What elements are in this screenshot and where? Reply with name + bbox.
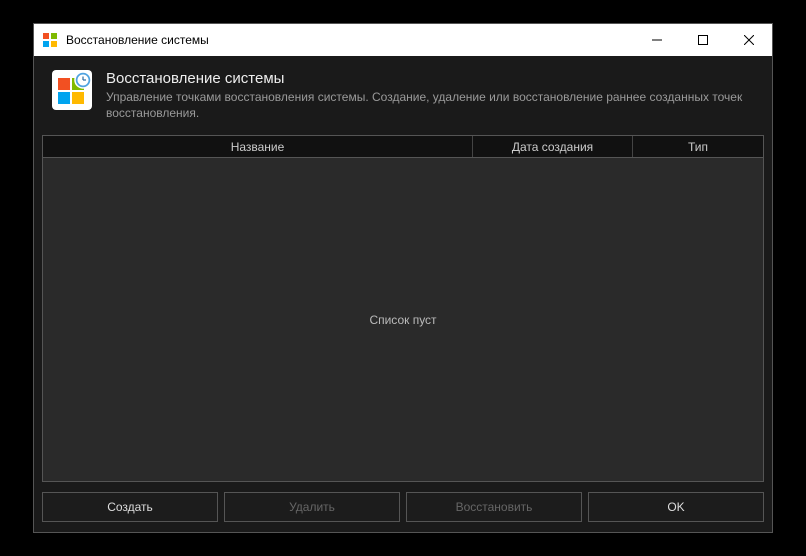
header: Восстановление системы Управление точкам…: [34, 56, 772, 135]
minimize-button[interactable]: [634, 24, 680, 56]
system-restore-icon: [52, 70, 92, 110]
column-type[interactable]: Тип: [633, 136, 763, 157]
page-description: Управление точками восстановления систем…: [106, 89, 754, 121]
table-header: Название Дата создания Тип: [43, 136, 763, 158]
window-title: Восстановление системы: [66, 33, 634, 47]
main-window: Восстановление системы: [33, 23, 773, 533]
empty-list-message: Список пуст: [369, 313, 436, 327]
close-button[interactable]: [726, 24, 772, 56]
window-controls: [634, 24, 772, 56]
delete-button[interactable]: Удалить: [224, 492, 400, 522]
create-button[interactable]: Создать: [42, 492, 218, 522]
column-name[interactable]: Название: [43, 136, 473, 157]
maximize-button[interactable]: [680, 24, 726, 56]
app-icon: [42, 32, 58, 48]
titlebar: Восстановление системы: [34, 24, 772, 56]
button-bar: Создать Удалить Восстановить OK: [34, 482, 772, 532]
restore-points-table: Название Дата создания Тип Список пуст: [42, 135, 764, 482]
header-texts: Восстановление системы Управление точкам…: [106, 70, 754, 121]
table-body: Список пуст: [43, 158, 763, 481]
column-date[interactable]: Дата создания: [473, 136, 633, 157]
page-title: Восстановление системы: [106, 70, 754, 87]
ok-button[interactable]: OK: [588, 492, 764, 522]
restore-button[interactable]: Восстановить: [406, 492, 582, 522]
